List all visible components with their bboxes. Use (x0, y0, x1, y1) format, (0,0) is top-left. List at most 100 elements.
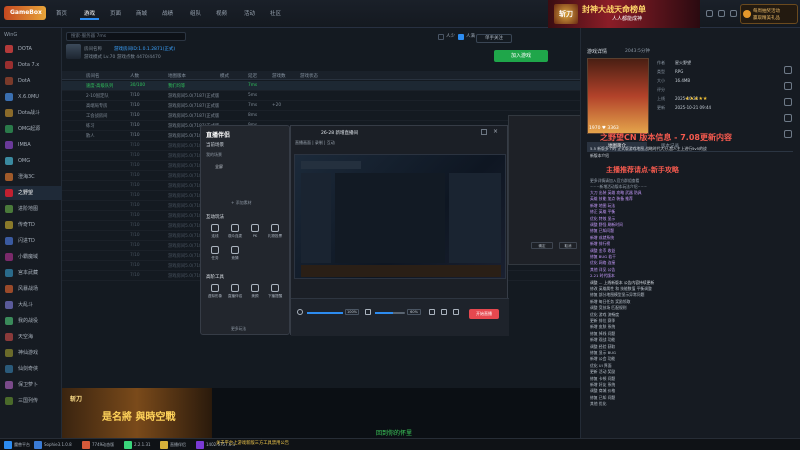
sidebar-item[interactable]: 澄海3C (0, 170, 62, 184)
interact-tool[interactable]: 观众连麦 (227, 224, 243, 239)
sidebar-item[interactable]: OMG起源 (0, 122, 62, 136)
nav-item[interactable]: 游戏 (80, 8, 100, 20)
nav-item[interactable]: 视频 (212, 8, 231, 20)
advanced-tool[interactable]: 直播伴侣 (227, 284, 243, 299)
sidebar-item[interactable]: X.6.0MU (0, 90, 62, 104)
col-status[interactable]: 游戏状态 (300, 73, 318, 79)
scene-fullscreen-item[interactable]: 全屏 (215, 164, 223, 170)
taskbar-app-icon[interactable] (124, 441, 132, 449)
sidebar-item[interactable]: Dota战斗 (0, 106, 62, 120)
col-players[interactable]: 人数 (130, 73, 139, 79)
add-source-button[interactable]: + 添加素材 (231, 200, 252, 206)
stream-tabs[interactable]: 直播画面 | 录制 | 互动 (295, 140, 335, 146)
sidebar-item[interactable]: 闪进TD (0, 234, 62, 248)
col-room[interactable]: 房间名 (86, 73, 100, 79)
game-cover-image[interactable] (587, 58, 649, 134)
interact-tool[interactable]: 连线 (207, 224, 223, 239)
advanced-tool[interactable]: 虚拟形象 (207, 284, 223, 299)
settings-icon[interactable] (706, 10, 713, 17)
advanced-tool[interactable]: 美颜 (247, 284, 263, 299)
promo-ad[interactable]: 每周抽奖活动 赢取精美礼品 (740, 4, 798, 24)
speaker-icon[interactable] (365, 309, 371, 315)
nav-item[interactable]: 商城 (132, 8, 151, 20)
mic-volume-value[interactable]: 100% (345, 309, 359, 315)
sidebar-item[interactable]: 大乱斗 (0, 298, 62, 312)
sidebar-item[interactable]: DOTA (0, 42, 62, 56)
minimize-icon[interactable] (718, 10, 725, 17)
nav-item[interactable]: 组队 (186, 8, 205, 20)
speaker-volume-slider[interactable] (375, 312, 405, 314)
full-checkbox[interactable] (458, 34, 464, 40)
advanced-tool[interactable]: 下播提醒 (267, 284, 283, 299)
sidebar-item[interactable]: 传奇TD (0, 218, 62, 232)
chat-icon[interactable] (784, 114, 792, 122)
trophy-icon[interactable] (784, 98, 792, 106)
taskbar-app[interactable]: 2.2.1.31 (134, 441, 151, 449)
sidebar-item[interactable]: 之野望 (0, 186, 62, 200)
interact-tool[interactable]: PK (247, 224, 263, 238)
table-row[interactable]: 高端局专房 7/10 游戏房间5.0(7187)正式版 7ms +20 (62, 101, 580, 111)
settings-icon[interactable] (441, 309, 447, 315)
guide-link[interactable]: 主播推荐请点-新手攻略 (606, 165, 679, 175)
col-games[interactable]: 游戏数 (272, 73, 286, 79)
taskbar-app-icon[interactable] (160, 441, 168, 449)
follow-button[interactable]: 单手关注 (476, 34, 512, 43)
col-mode[interactable]: 模式 (220, 73, 229, 79)
taskbar-start-label[interactable]: 魔兽平台 (14, 441, 30, 449)
server-ip[interactable]: 游戏房间ID:1.0.1.2871(正式) (114, 46, 175, 52)
game-promo-banner[interactable]: 斩刀 是名將 與時空戰 (62, 388, 212, 438)
nav-item[interactable]: 战绩 (158, 8, 177, 20)
taskbar-app-icon[interactable] (82, 441, 90, 449)
server-search-input[interactable]: 搜索-服务器 7ms (66, 32, 186, 41)
sidebar-item[interactable]: OMG (0, 154, 62, 168)
table-row[interactable]: 2-10固定队 7/10 游戏房间5.0(7187)正式版 5ms (62, 91, 580, 101)
mic-volume-slider[interactable] (307, 312, 343, 314)
app-logo[interactable]: GameBox (4, 6, 46, 20)
sidebar-item[interactable]: 神仙游戏 (0, 346, 62, 360)
help-icon[interactable] (784, 130, 792, 138)
taskbar-app-icon[interactable] (34, 441, 42, 449)
stream-preview[interactable] (294, 154, 506, 279)
sidebar-item[interactable]: 风暴战场 (0, 282, 62, 296)
few-checkbox[interactable] (438, 34, 444, 40)
nav-item[interactable]: 社区 (266, 8, 285, 20)
sidebar-item[interactable]: 天空海 (0, 330, 62, 344)
start-icon[interactable] (4, 441, 12, 449)
record-icon[interactable] (429, 309, 435, 315)
nav-item[interactable]: 首页 (52, 8, 71, 20)
sidebar-item[interactable]: 进阶地图 (0, 202, 62, 216)
sidebar-item[interactable]: Dota 7.x (0, 58, 62, 72)
cancel-button[interactable]: 取消 (559, 242, 577, 249)
sidebar-item[interactable]: 宫本武藏 (0, 266, 62, 280)
layout-icon[interactable] (453, 309, 459, 315)
sidebar-item[interactable]: 我的战役 (0, 314, 62, 328)
taskbar-app[interactable]: 7749动态版 (92, 441, 114, 449)
table-row[interactable]: 工会战房间 7/10 游戏房间5.0(7187)正式版 8ms (62, 111, 580, 121)
scene-dropdown[interactable]: 当前场景 (206, 142, 224, 148)
interact-tool[interactable]: 竞猜 (227, 246, 243, 261)
maximize-icon[interactable] (481, 129, 487, 135)
close-icon[interactable]: × (493, 129, 499, 135)
start-live-button[interactable]: 开始直播 (469, 309, 499, 319)
col-ping[interactable]: 延迟 (248, 73, 257, 79)
confirm-button[interactable]: 确定 (531, 242, 553, 249)
join-game-button[interactable]: 加入游戏 (494, 50, 548, 62)
sidebar-item[interactable]: 三国列传 (0, 394, 62, 408)
favorite-icon[interactable] (784, 82, 792, 90)
taskbar-app[interactable]: Sophie3.1.0.8 (44, 441, 72, 449)
nav-item[interactable]: 页面 (106, 8, 125, 20)
taskbar-app-icon[interactable] (196, 441, 204, 449)
sidebar-item[interactable]: 小霸魔域 (0, 250, 62, 264)
share-icon[interactable] (784, 66, 792, 74)
interact-tool[interactable]: 任务 (207, 246, 223, 261)
col-map[interactable]: 地图版本 (168, 73, 186, 79)
speaker-volume-value[interactable]: 60% (407, 309, 421, 315)
top-banner[interactable]: 斩刀 封神大战天命榜单 人人都能成神 (548, 0, 700, 28)
sidebar-item[interactable]: IMBA (0, 138, 62, 152)
taskbar-notice[interactable]: 关于平台上游戏新版三方工具禁用公告 (216, 440, 289, 446)
table-row[interactable]: 速度-高级队列 30/100 我们均等 7ms (62, 81, 580, 91)
close-icon[interactable] (730, 10, 737, 17)
sidebar-item[interactable]: 仙剑奇侠 (0, 362, 62, 376)
more-features-link[interactable]: 更多玩法 (231, 326, 246, 332)
interact-tool[interactable]: 礼物投票 (267, 224, 283, 239)
